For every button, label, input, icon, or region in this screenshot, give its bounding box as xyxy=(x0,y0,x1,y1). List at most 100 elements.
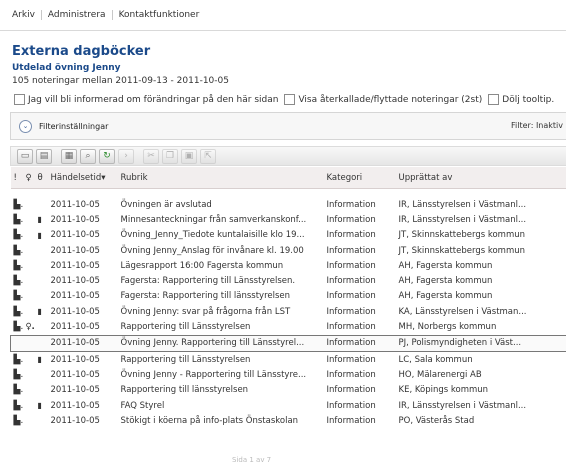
filter-status: Filter: Inaktiv xyxy=(511,121,563,130)
date-cell: 2011-10-05 xyxy=(50,260,100,271)
show-recalled-option[interactable]: Visa återkallade/flyttade noteringar (2s… xyxy=(284,94,482,105)
author-cell: JT, Skinnskattebergs kommun xyxy=(398,245,526,256)
table-row[interactable]: ▙ 2011-10-05 Stökigt i köerna på info-pl… xyxy=(11,413,566,428)
flag-cell xyxy=(23,351,35,367)
show-recalled-label: Visa återkallade/flyttade noteringar (2s… xyxy=(298,94,483,105)
subject-cell[interactable]: Övning Jenny: svar på frågorna från LST xyxy=(118,304,324,319)
table-row[interactable]: ▙ ▮ 2011-10-05 Minnesanteckningar från sa… xyxy=(11,212,566,227)
table-row[interactable]: ▙ 2011-10-05 Övningen är avslutad Inform… xyxy=(11,197,566,212)
date-cell: 2011-10-05 xyxy=(50,199,100,210)
table-row[interactable]: ▙ 2011-10-05 Övning Jenny - Rapportering… xyxy=(11,367,566,382)
category-cell: Information xyxy=(326,199,376,210)
category-cell: Information xyxy=(326,369,376,380)
menu-arkiv[interactable]: Arkiv xyxy=(12,10,41,20)
date-cell: 2011-10-05 xyxy=(50,276,100,287)
date-column-header[interactable]: Händelsetid▾ xyxy=(47,167,118,189)
table-row-selected[interactable]: 2011-10-05 Övning Jenny. Rapportering ti… xyxy=(10,334,566,352)
spacer-cell xyxy=(11,189,566,198)
attachment-cell xyxy=(35,273,48,288)
subject-cell[interactable]: FAQ Styrel xyxy=(118,398,324,413)
subject-cell[interactable]: Lägesrapport 16:00 Fagersta kommun xyxy=(118,258,324,273)
attachment-cell xyxy=(35,289,48,304)
author-cell: AH, Fagersta kommun xyxy=(398,276,493,287)
subject-cell[interactable]: Rapportering till Länsstyrelsen xyxy=(118,319,324,335)
refresh-icon[interactable]: ↻ xyxy=(99,148,115,164)
attachment-icon[interactable]: θ xyxy=(34,167,48,189)
copy-icon[interactable]: ❐ xyxy=(162,148,178,164)
table-row[interactable]: ▙ ▮ 2011-10-05 Rapportering till Länsstyr… xyxy=(11,351,566,367)
forward-icon[interactable]: › xyxy=(118,148,134,164)
author-column-header[interactable]: Upprättat av xyxy=(395,167,566,189)
category-cell: Information xyxy=(326,230,376,241)
chevron-down-icon[interactable]: ⌄ xyxy=(19,119,32,133)
flag-cell xyxy=(23,212,35,227)
menu-kontaktfunktioner[interactable]: Kontaktfunktioner xyxy=(113,10,206,20)
subject-cell[interactable]: Övning Jenny_Anslag för invånare kl. 19.… xyxy=(118,243,324,258)
category-cell: Information xyxy=(326,291,376,302)
flag-cell xyxy=(23,197,35,212)
category-cell: Information xyxy=(326,354,376,365)
date-cell: 2011-10-05 xyxy=(50,322,100,333)
note-icon: ▙ xyxy=(13,400,21,411)
search-icon[interactable]: ⌕ xyxy=(80,148,96,164)
open-icon[interactable]: ▭ xyxy=(17,148,33,164)
subject-cell[interactable]: Övningen är avslutad xyxy=(118,197,324,212)
note-range-summary: 105 noteringar mellan 2011-09-13 - 2011-… xyxy=(12,76,229,86)
attachment-icon: ▮ xyxy=(37,230,42,240)
date-cell: 2011-10-05 xyxy=(50,306,100,317)
table-row[interactable]: ▙ ♀ 2011-10-05 Rapportering till Länsstyr… xyxy=(11,319,566,335)
subject-cell[interactable]: Rapportering till länsstyrelsen xyxy=(118,383,324,398)
subject-cell[interactable]: Övning Jenny - Rapportering till Länssty… xyxy=(118,367,324,382)
hide-tooltip-checkbox[interactable] xyxy=(488,94,500,105)
subject-cell[interactable]: Övning Jenny. Rapportering till Länsstyr… xyxy=(117,334,324,352)
sort-desc-icon: ▾ xyxy=(101,172,106,183)
hide-tooltip-option[interactable]: Dölj tooltip. xyxy=(488,94,554,105)
note-icon: ▙ xyxy=(13,276,21,287)
table-row[interactable]: ▙ 2011-10-05 Rapportering till länsstyre… xyxy=(11,383,566,398)
paste-icon[interactable]: ▣ xyxy=(181,148,197,164)
category-column-header[interactable]: Kategori xyxy=(323,167,396,189)
table-row[interactable]: ▙ 2011-10-05 Fagersta: Rapportering till… xyxy=(11,289,566,304)
hide-tooltip-label: Dölj tooltip. xyxy=(502,94,555,105)
table-row[interactable]: ▙ ▮ 2011-10-05 Övning_Jenny_Tiedote kunta… xyxy=(11,228,566,243)
author-cell: IR, Länsstyrelsen i Västmanl... xyxy=(398,214,527,225)
author-cell: KE, Köpings kommun xyxy=(398,385,489,396)
subject-cell[interactable]: Fagersta: Rapportering till Länsstyrelse… xyxy=(118,273,324,288)
flag-icon[interactable]: ♀ xyxy=(22,167,35,189)
table-row[interactable]: ▙ ▮ 2011-10-05 Övning Jenny: svar på fråg… xyxy=(11,304,566,319)
date-cell: 2011-10-05 xyxy=(50,214,100,225)
export-icon[interactable]: ⇱ xyxy=(200,148,216,164)
show-recalled-checkbox[interactable] xyxy=(284,94,296,105)
note-icon: ▙ xyxy=(13,369,21,380)
page-title: Externa dagböcker xyxy=(12,44,151,59)
print-icon[interactable]: ▦ xyxy=(61,148,77,164)
table-row[interactable]: ▙ 2011-10-05 Fagersta: Rapportering till… xyxy=(11,273,566,288)
author-cell: AH, Fagersta kommun xyxy=(398,260,493,271)
subject-cell[interactable]: Övning_Jenny_Tiedote kuntalaisille klo 1… xyxy=(118,228,324,243)
menu-administrera[interactable]: Administrera xyxy=(42,10,112,20)
date-cell: 2011-10-05 xyxy=(50,369,100,380)
note-icon: ▙ xyxy=(13,199,21,210)
note-icon: ▙ xyxy=(13,230,21,241)
notify-checkbox[interactable] xyxy=(14,94,25,105)
category-cell: Information xyxy=(326,260,376,271)
subject-cell[interactable]: Rapportering till Länsstyrelsen xyxy=(118,351,324,367)
subject-cell[interactable]: Minnesanteckningar från samverkanskonf..… xyxy=(118,212,324,227)
subject-column-header[interactable]: Rubrik xyxy=(117,167,324,189)
note-icon: ▙ xyxy=(13,385,21,396)
options-row: Jag vill bli informerad om förändringar … xyxy=(14,94,566,105)
table-row[interactable]: ▙ 2011-10-05 Lägesrapport 16:00 Fagersta… xyxy=(11,258,566,273)
priority-column-header[interactable]: ! xyxy=(10,167,23,189)
filter-settings-label[interactable]: Filterinställningar xyxy=(39,122,108,131)
author-cell: KA, Länsstyrelsen i Västman... xyxy=(398,306,527,317)
cut-icon[interactable]: ✂ xyxy=(143,148,159,164)
folder-icon[interactable]: ▤ xyxy=(36,148,52,164)
notify-option[interactable]: Jag vill bli informerad om förändringar … xyxy=(14,94,278,105)
note-icon: ▙ xyxy=(13,306,21,317)
table-row[interactable]: ▙ ▮ 2011-10-05 FAQ Styrel Information IR,… xyxy=(11,398,566,413)
table-row[interactable]: ▙ 2011-10-05 Övning Jenny_Anslag för inv… xyxy=(11,243,566,258)
subject-cell[interactable]: Fagersta: Rapportering till länsstyrelse… xyxy=(118,289,324,304)
subject-cell[interactable]: Stökigt i köerna på info-plats Önstaskol… xyxy=(118,413,324,428)
author-cell: HO, Mälarenergi AB xyxy=(398,369,482,380)
attachment-cell xyxy=(35,319,48,335)
